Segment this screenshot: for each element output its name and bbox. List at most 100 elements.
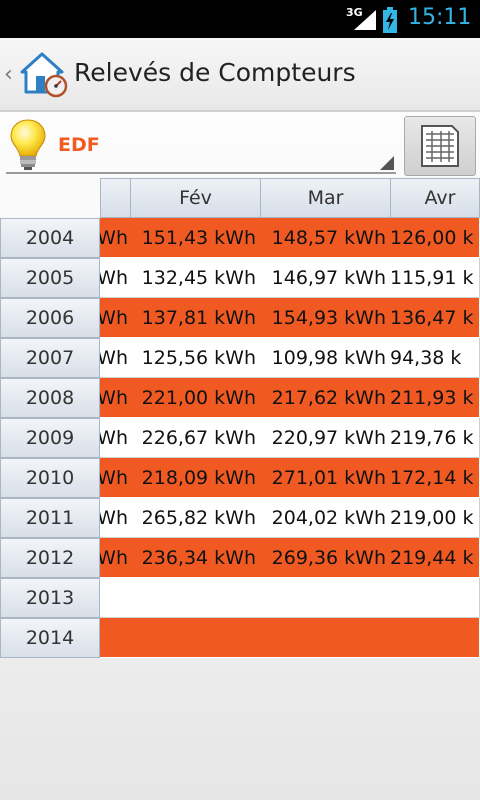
reading-cell[interactable]: Wh — [100, 538, 131, 578]
reading-cell[interactable]: Wh — [100, 458, 131, 498]
page-title: Relevés de Compteurs — [74, 58, 356, 87]
column-header[interactable]: Avr — [390, 178, 480, 218]
reading-cell[interactable] — [130, 578, 261, 618]
reading-value: Wh — [100, 267, 128, 289]
row-year-header[interactable]: 2007 — [0, 338, 100, 378]
table-row: 2008 Wh 221,00 kWh 217,62 kWh 211,93 k — [0, 378, 480, 418]
reading-cell[interactable]: 269,36 kWh — [260, 538, 391, 578]
reading-cell[interactable] — [260, 578, 391, 618]
reading-cell[interactable]: 219,00 k — [390, 498, 480, 538]
row-year-header[interactable]: 2004 — [0, 218, 100, 258]
row-year-header[interactable]: 2012 — [0, 538, 100, 578]
status-clock: 15:11 — [408, 5, 472, 30]
reading-cell[interactable]: Wh — [100, 338, 131, 378]
reading-value: Wh — [100, 227, 128, 249]
up-navigation-icon[interactable]: ‹ — [4, 62, 13, 87]
meter-spinner-value: EDF — [58, 134, 100, 156]
reading-cell[interactable]: 219,44 k — [390, 538, 480, 578]
table-row: 2006 Wh 137,81 kWh 154,93 kWh 136,47 k — [0, 298, 480, 338]
reading-cell[interactable]: 226,67 kWh — [130, 418, 261, 458]
table-row: 2013 — [0, 578, 480, 618]
reading-cell[interactable]: 218,09 kWh — [130, 458, 261, 498]
reading-cell[interactable]: 154,93 kWh — [260, 298, 391, 338]
table-row: 2004 Wh 151,43 kWh 148,57 kWh 126,00 k — [0, 218, 480, 258]
reading-cell[interactable] — [390, 578, 480, 618]
reading-cell[interactable] — [390, 618, 480, 658]
table-row: 2009 Wh 226,67 kWh 220,97 kWh 219,76 k — [0, 418, 480, 458]
spreadsheet-icon — [421, 125, 459, 167]
row-year-header[interactable]: 2013 — [0, 578, 100, 618]
reading-cell[interactable]: 204,02 kWh — [260, 498, 391, 538]
reading-cell[interactable]: Wh — [100, 218, 131, 258]
reading-cell[interactable]: 94,38 k — [390, 338, 480, 378]
reading-cell[interactable] — [260, 618, 391, 658]
row-year-header[interactable]: 2014 — [0, 618, 100, 658]
reading-cell[interactable]: 146,97 kWh — [260, 258, 391, 298]
reading-value: 236,34 kWh — [141, 547, 256, 569]
reading-cell[interactable]: 136,47 k — [390, 298, 480, 338]
reading-value: 219,76 k — [390, 427, 474, 449]
reading-cell[interactable]: 265,82 kWh — [130, 498, 261, 538]
reading-cell[interactable] — [100, 618, 131, 658]
reading-value: Wh — [100, 507, 128, 529]
column-header[interactable]: Mar — [260, 178, 391, 218]
spreadsheet-view-button[interactable] — [404, 116, 476, 176]
reading-cell[interactable]: 109,98 kWh — [260, 338, 391, 378]
spinner-arrow-icon — [380, 156, 394, 170]
reading-value: 148,57 kWh — [271, 227, 386, 249]
meter-spinner[interactable]: EDF — [6, 116, 396, 174]
reading-value: 226,67 kWh — [141, 427, 256, 449]
row-year-header[interactable]: 2011 — [0, 498, 100, 538]
reading-cell[interactable]: 115,91 k — [390, 258, 480, 298]
reading-cell[interactable]: 220,97 kWh — [260, 418, 391, 458]
reading-value: Wh — [100, 467, 128, 489]
reading-value: 265,82 kWh — [141, 507, 256, 529]
reading-cell[interactable]: 125,56 kWh — [130, 338, 261, 378]
reading-cell[interactable]: 271,01 kWh — [260, 458, 391, 498]
reading-cell[interactable]: Wh — [100, 418, 131, 458]
reading-cell[interactable]: 217,62 kWh — [260, 378, 391, 418]
reading-cell[interactable]: 211,93 k — [390, 378, 480, 418]
reading-cell[interactable]: Wh — [100, 258, 131, 298]
grid-header: Fév Mar Avr — [0, 178, 480, 218]
reading-cell[interactable]: 219,76 k — [390, 418, 480, 458]
row-year-header[interactable]: 2005 — [0, 258, 100, 298]
reading-cell[interactable]: 236,34 kWh — [130, 538, 261, 578]
reading-cell[interactable]: 137,81 kWh — [130, 298, 261, 338]
lightbulb-icon — [10, 119, 46, 170]
reading-cell[interactable]: Wh — [100, 498, 131, 538]
reading-cell[interactable]: 151,43 kWh — [130, 218, 261, 258]
reading-value: Wh — [100, 547, 128, 569]
reading-cell[interactable] — [100, 578, 131, 618]
table-row: 2010 Wh 218,09 kWh 271,01 kWh 172,14 k — [0, 458, 480, 498]
row-year-header[interactable]: 2006 — [0, 298, 100, 338]
reading-value: 132,45 kWh — [141, 267, 256, 289]
reading-value: 218,09 kWh — [141, 467, 256, 489]
reading-cell[interactable]: 172,14 k — [390, 458, 480, 498]
column-header[interactable]: Fév — [130, 178, 261, 218]
reading-cell[interactable]: 126,00 k — [390, 218, 480, 258]
table-row: 2005 Wh 132,45 kWh 146,97 kWh 115,91 k — [0, 258, 480, 298]
reading-value: 271,01 kWh — [271, 467, 386, 489]
row-year-header[interactable]: 2009 — [0, 418, 100, 458]
row-year-header[interactable]: 2010 — [0, 458, 100, 498]
column-header[interactable] — [100, 178, 131, 218]
reading-value: 204,02 kWh — [271, 507, 386, 529]
reading-cell[interactable]: Wh — [100, 378, 131, 418]
reading-cell[interactable]: Wh — [100, 298, 131, 338]
reading-value: 146,97 kWh — [271, 267, 386, 289]
reading-value: 269,36 kWh — [271, 547, 386, 569]
reading-cell[interactable] — [130, 618, 261, 658]
app-house-icon[interactable] — [18, 50, 68, 98]
table-row: 2012 Wh 236,34 kWh 269,36 kWh 219,44 k — [0, 538, 480, 578]
reading-cell[interactable]: 132,45 kWh — [130, 258, 261, 298]
reading-cell[interactable]: 148,57 kWh — [260, 218, 391, 258]
reading-value: 137,81 kWh — [141, 307, 256, 329]
reading-value: Wh — [100, 387, 128, 409]
battery-charging-icon — [383, 7, 397, 33]
reading-value: 217,62 kWh — [271, 387, 386, 409]
reading-value: 172,14 k — [390, 467, 474, 489]
row-year-header[interactable]: 2008 — [0, 378, 100, 418]
reading-value: 151,43 kWh — [141, 227, 256, 249]
reading-cell[interactable]: 221,00 kWh — [130, 378, 261, 418]
